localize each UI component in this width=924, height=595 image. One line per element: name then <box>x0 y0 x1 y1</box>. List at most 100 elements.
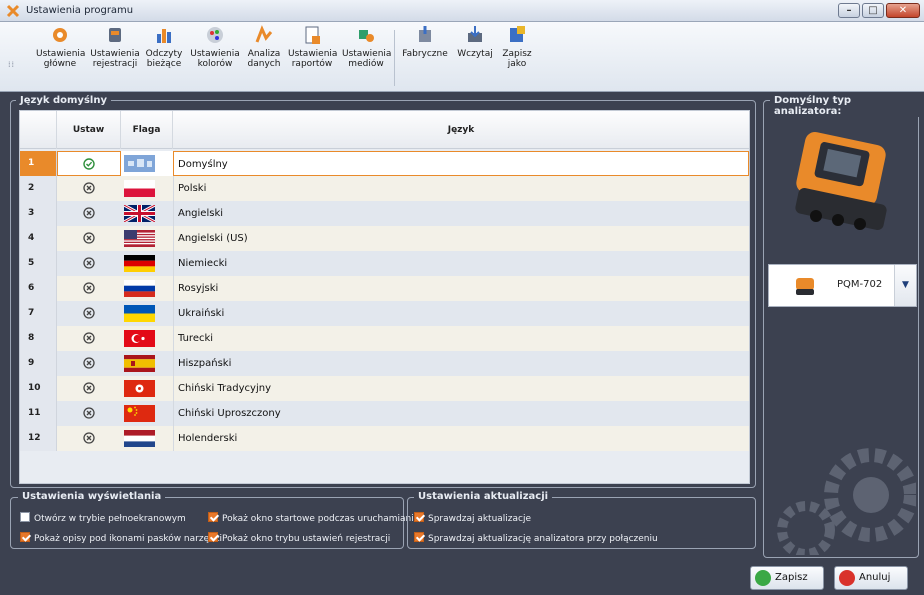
x-circle-icon <box>83 332 95 344</box>
set-default-cell[interactable] <box>57 426 121 451</box>
toolbar-label: Ustawienia <box>190 49 240 59</box>
set-default-cell[interactable] <box>57 176 121 201</box>
row-number: 9 <box>20 351 57 376</box>
check-analyzer-updates-option[interactable]: Sprawdzaj aktualizację analizatora przy … <box>414 532 658 544</box>
color-settings-button[interactable]: Ustawienia kolorów <box>190 24 240 90</box>
language-row[interactable]: 7 Ukraiński <box>20 301 749 326</box>
row-number: 4 <box>20 226 57 251</box>
set-default-cell[interactable] <box>57 351 121 376</box>
toolbar-grip[interactable]: ⁞⁞ <box>8 60 16 69</box>
x-circle-icon <box>83 407 95 419</box>
set-default-cell[interactable] <box>57 326 121 351</box>
title-bar: Ustawienia programu – □ ✕ <box>0 0 924 22</box>
language-name: Hiszpański <box>173 351 749 376</box>
data-analysis-button[interactable]: Analiza danych <box>244 24 284 90</box>
language-name: Chiński Uproszczony <box>173 401 749 426</box>
toolbar-captions-checkbox[interactable] <box>20 532 30 542</box>
language-row[interactable]: 3 Angielski <box>20 201 749 226</box>
x-circle-icon <box>83 232 95 244</box>
bar-chart-icon <box>157 29 171 43</box>
fullscreen-checkbox[interactable] <box>20 512 30 522</box>
minimize-button[interactable]: – <box>838 3 860 18</box>
maximize-button[interactable]: □ <box>862 3 884 18</box>
startup-window-option-label: Pokaż okno startowe podczas uruchamiania <box>222 514 420 524</box>
recording-mode-option[interactable]: Pokaż okno trybu ustawień rejestracji <box>208 532 390 544</box>
startup-window-checkbox[interactable] <box>208 512 218 522</box>
close-button[interactable]: ✕ <box>886 3 920 18</box>
check-updates-checkbox[interactable] <box>414 512 424 522</box>
language-name: Angielski <box>173 201 749 226</box>
set-default-cell[interactable] <box>57 401 121 426</box>
x-circle-icon <box>83 207 95 219</box>
set-default-cell[interactable] <box>57 226 121 251</box>
load-button[interactable]: Wczytaj <box>456 24 494 90</box>
set-default-cell[interactable] <box>57 276 121 301</box>
flag-hk-icon <box>124 380 155 397</box>
analyzer-thumbnail-icon <box>796 278 814 295</box>
recording-mode-checkbox[interactable] <box>208 532 218 542</box>
x-circle-icon <box>83 257 95 269</box>
recording-icon <box>109 28 121 42</box>
save-button[interactable]: Zapisz <box>750 566 824 590</box>
check-updates-option[interactable]: Sprawdzaj aktualizacje <box>414 512 531 524</box>
language-row[interactable]: 5 Niemiecki <box>20 251 749 276</box>
chevron-down-icon[interactable]: ▼ <box>894 265 916 306</box>
media-settings-button[interactable]: Ustawienia mediów <box>342 24 392 90</box>
set-default-cell[interactable] <box>57 251 121 276</box>
language-row[interactable]: 1 Domyślny <box>20 151 749 176</box>
report-settings-button[interactable]: Ustawienia raportów <box>288 24 337 90</box>
startup-window-option[interactable]: Pokaż okno startowe podczas uruchamiania <box>208 512 419 524</box>
row-number: 5 <box>20 251 57 276</box>
language-row[interactable]: 12 Holenderski <box>20 426 749 451</box>
language-row[interactable]: 6 Rosyjski <box>20 276 749 301</box>
save-as-button[interactable]: Zapisz jako <box>500 24 534 90</box>
check-analyzer-updates-checkbox[interactable] <box>414 532 424 542</box>
language-row[interactable]: 9 Hiszpański <box>20 351 749 376</box>
flag-ru-icon <box>124 280 155 297</box>
x-circle-icon <box>83 382 95 394</box>
language-row[interactable]: 4 Angielski (US) <box>20 226 749 251</box>
check-icon <box>755 570 771 586</box>
column-header-language[interactable]: Język <box>173 111 749 149</box>
factory-reset-button[interactable]: Fabryczne <box>402 24 448 90</box>
toolbar-label: Ustawienia <box>90 49 140 59</box>
x-circle-icon <box>83 432 95 444</box>
main-settings-button[interactable]: Ustawienia główne <box>36 24 85 90</box>
language-row[interactable]: 10 Chiński Tradycyjny <box>20 376 749 401</box>
language-row[interactable]: 11 Chiński Uproszczony <box>20 401 749 426</box>
save-as-icon <box>510 26 525 42</box>
set-default-cell[interactable] <box>57 376 121 401</box>
language-row[interactable]: 2 Polski <box>20 176 749 201</box>
set-default-cell[interactable] <box>57 301 121 326</box>
flag-default-icon <box>124 155 155 172</box>
fullscreen-option[interactable]: Otwórz w trybie pełnoekranowym <box>20 512 186 524</box>
column-header-flag[interactable]: Flaga <box>121 111 173 149</box>
toolbar-label: kolorów <box>197 59 233 69</box>
set-default-cell[interactable] <box>57 201 121 226</box>
toolbar-label: Wczytaj <box>457 49 493 59</box>
row-number: 2 <box>20 176 57 201</box>
x-circle-icon <box>83 182 95 194</box>
analyzer-type-select[interactable]: PQM-702 ▼ <box>768 264 917 307</box>
toolbar-label: Fabryczne <box>402 49 448 59</box>
toolbar-label: Ustawienia <box>342 49 392 59</box>
set-default-cell[interactable] <box>57 151 121 176</box>
current-readings-button[interactable]: Odczyty bieżące <box>144 24 184 90</box>
language-row[interactable]: 8 Turecki <box>20 326 749 351</box>
load-icon <box>468 26 482 42</box>
toolbar-label: jako <box>507 59 527 69</box>
language-name: Polski <box>173 176 749 201</box>
update-settings-label: Ustawienia aktualizacji <box>414 491 553 502</box>
toolbar-captions-option[interactable]: Pokaż opisy pod ikonami pasków narzędzi <box>20 532 222 544</box>
flag-tr-icon <box>124 330 155 347</box>
toolbar-label: Odczyty <box>145 49 183 59</box>
column-header-set[interactable]: Ustaw <box>57 111 121 149</box>
toolbar-separator <box>394 30 395 86</box>
media-icon <box>359 30 374 42</box>
language-grid: Ustaw Flaga Język 1 Domyślny 2 Polski 3 Angie… <box>19 110 750 484</box>
factory-reset-icon <box>419 26 431 42</box>
cancel-button[interactable]: Anuluj <box>834 566 908 590</box>
display-settings-label: Ustawienia wyświetlania <box>18 491 166 502</box>
recording-settings-button[interactable]: Ustawienia rejestracji <box>90 24 140 90</box>
row-number: 12 <box>20 426 57 451</box>
